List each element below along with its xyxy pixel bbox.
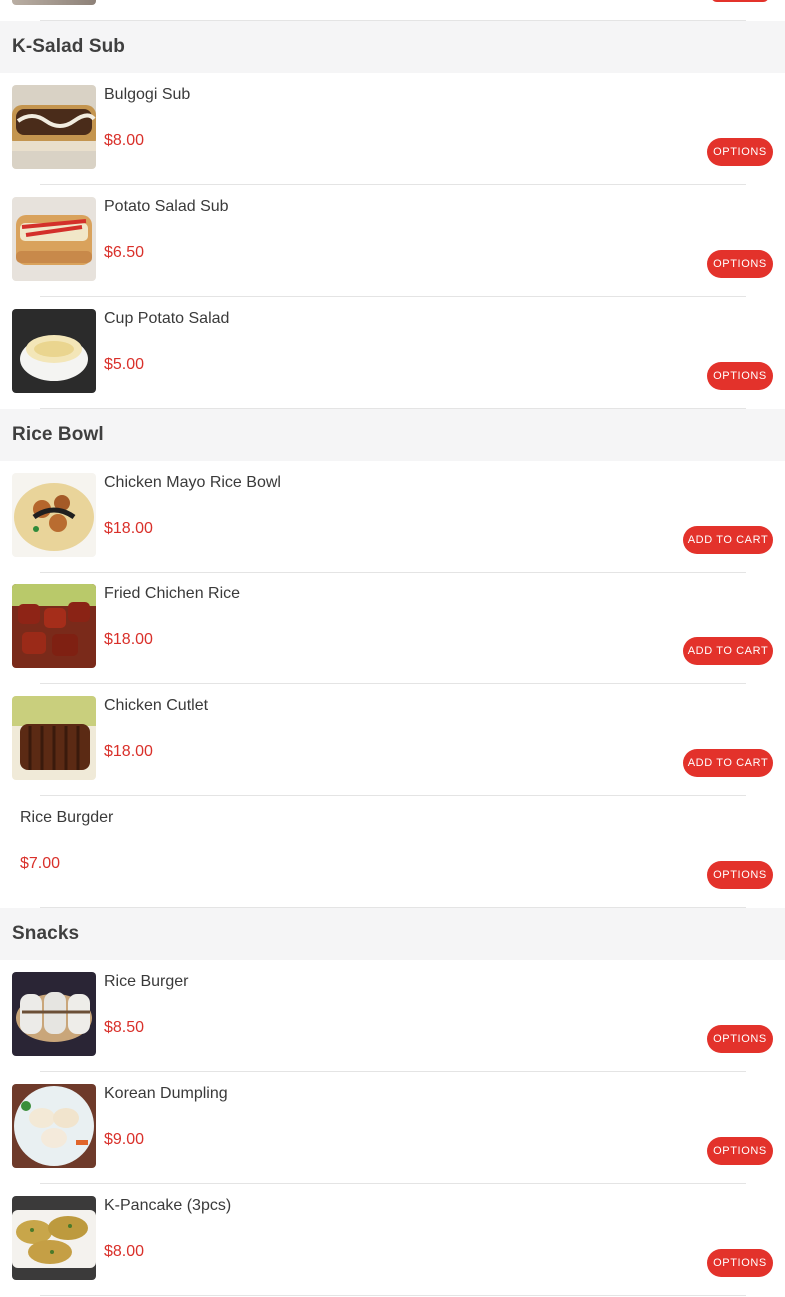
menu-item-rice-burgder[interactable]: Rice Burgder $7.00 OPTIONS xyxy=(0,796,785,908)
item-name: Rice Burgder xyxy=(20,809,114,826)
item-name: K-Pancake (3pcs) xyxy=(104,1197,232,1214)
options-button[interactable]: OPTIONS xyxy=(707,861,773,889)
options-button[interactable] xyxy=(711,0,769,2)
item-name: Korean Dumpling xyxy=(104,1085,228,1102)
food-thumbnail xyxy=(12,309,96,393)
item-name: Bulgogi Sub xyxy=(104,86,191,103)
options-button[interactable]: OPTIONS xyxy=(707,250,773,278)
item-price: $18.00 xyxy=(104,743,153,760)
food-thumbnail xyxy=(12,473,96,557)
item-name: Rice Burger xyxy=(104,973,189,990)
item-price: $7.00 xyxy=(20,855,61,872)
divider xyxy=(40,1295,746,1296)
food-thumbnail xyxy=(12,972,96,1056)
item-price: $9.00 xyxy=(104,1131,145,1148)
item-name: Potato Salad Sub xyxy=(104,198,229,215)
section-header-snacks: Snacks xyxy=(0,908,785,960)
item-price: $6.50 xyxy=(104,244,145,261)
food-thumbnail xyxy=(12,1084,96,1168)
section-title: K-Salad Sub xyxy=(12,36,126,57)
options-button[interactable]: OPTIONS xyxy=(707,1025,773,1053)
section-header-rice-bowl: Rice Bowl xyxy=(0,409,785,461)
item-price: $8.00 xyxy=(104,1243,145,1260)
food-thumbnail xyxy=(12,85,96,169)
menu-item-bulgogi-sub[interactable]: Bulgogi Sub $8.00 OPTIONS xyxy=(0,73,785,185)
menu-item-chicken-mayo-rice-bowl[interactable]: Chicken Mayo Rice Bowl $18.00 ADD TO CAR… xyxy=(0,461,785,573)
item-price: $5.00 xyxy=(104,356,145,373)
menu-item-potato-salad-sub[interactable]: Potato Salad Sub $6.50 OPTIONS xyxy=(0,185,785,297)
previous-item-partial xyxy=(0,0,785,21)
item-name: Cup Potato Salad xyxy=(104,310,230,327)
menu-item-cup-potato-salad[interactable]: Cup Potato Salad $5.00 OPTIONS xyxy=(0,297,785,409)
item-name: Fried Chichen Rice xyxy=(104,585,241,602)
menu-item-korean-dumpling[interactable]: Korean Dumpling $9.00 OPTIONS xyxy=(0,1072,785,1184)
food-thumbnail xyxy=(12,197,96,281)
menu-item-k-pancake[interactable]: K-Pancake (3pcs) $8.00 OPTIONS xyxy=(0,1184,785,1296)
add-to-cart-button[interactable]: ADD TO CART xyxy=(683,526,773,554)
add-to-cart-button[interactable]: ADD TO CART xyxy=(683,749,773,777)
item-price: $8.50 xyxy=(104,1019,145,1036)
section-title: Rice Bowl xyxy=(12,424,104,445)
menu-item-rice-burger[interactable]: Rice Burger $8.50 OPTIONS xyxy=(0,960,785,1072)
add-to-cart-button[interactable]: ADD TO CART xyxy=(683,637,773,665)
item-name: Chicken Mayo Rice Bowl xyxy=(104,474,281,491)
item-price: $18.00 xyxy=(104,520,153,537)
food-thumbnail xyxy=(12,584,96,668)
options-button[interactable]: OPTIONS xyxy=(707,1249,773,1277)
options-button[interactable]: OPTIONS xyxy=(707,362,773,390)
options-button[interactable]: OPTIONS xyxy=(707,138,773,166)
item-name: Chicken Cutlet xyxy=(104,697,209,714)
food-thumbnail xyxy=(12,1196,96,1280)
menu-item-fried-chichen-rice[interactable]: Fried Chichen Rice $18.00 ADD TO CART xyxy=(0,572,785,684)
options-button[interactable]: OPTIONS xyxy=(707,1137,773,1165)
item-price: $8.00 xyxy=(104,132,145,149)
food-thumbnail xyxy=(12,696,96,780)
food-thumbnail xyxy=(12,0,96,5)
section-header-k-salad-sub: K-Salad Sub xyxy=(0,21,785,73)
menu-item-chicken-cutlet[interactable]: Chicken Cutlet $18.00 ADD TO CART xyxy=(0,684,785,796)
section-title: Snacks xyxy=(12,923,80,944)
item-price: $18.00 xyxy=(104,631,153,648)
